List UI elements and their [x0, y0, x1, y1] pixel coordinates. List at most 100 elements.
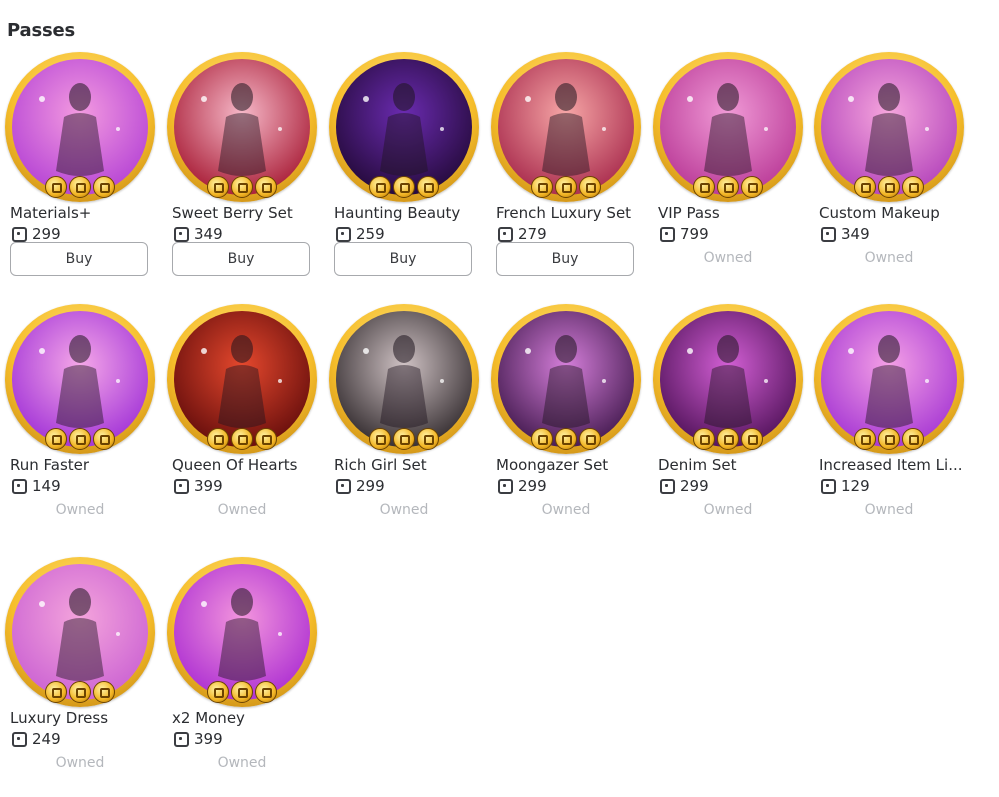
- avatar-figure-icon: [201, 335, 282, 428]
- buy-button[interactable]: Buy: [172, 242, 310, 276]
- pass-name[interactable]: Queen Of Hearts: [172, 456, 320, 474]
- robux-icon: [174, 478, 189, 494]
- pass-card[interactable]: Denim Set 299 Owned: [653, 304, 803, 544]
- pass-thumbnail[interactable]: [491, 52, 641, 202]
- pass-card[interactable]: Materials+ 299 Buy: [5, 52, 155, 292]
- pass-price: 399: [174, 477, 223, 495]
- buy-button[interactable]: Buy: [10, 242, 148, 276]
- buy-button[interactable]: Buy: [496, 242, 634, 276]
- pass-artwork: [660, 311, 796, 447]
- pass-card[interactable]: Moongazer Set 299 Owned: [491, 304, 641, 544]
- price-amount: 399: [194, 477, 223, 495]
- robux-coin-icon: [555, 428, 577, 450]
- pass-name[interactable]: Materials+: [10, 204, 158, 222]
- pass-price: 349: [174, 225, 223, 243]
- buy-button[interactable]: Buy: [334, 242, 472, 276]
- robux-icon: [336, 226, 351, 242]
- robux-coin-icon: [207, 428, 229, 450]
- owned-label: Owned: [217, 502, 267, 518]
- robux-coin-icon: [741, 428, 763, 450]
- pass-thumbnail[interactable]: [814, 52, 964, 202]
- robux-coin-icon: [207, 176, 229, 198]
- pass-card[interactable]: Rich Girl Set 299 Owned: [329, 304, 479, 544]
- owned-label: Owned: [541, 502, 591, 518]
- robux-coin-icon: [579, 176, 601, 198]
- pass-name[interactable]: French Luxury Set: [496, 204, 644, 222]
- pass-name[interactable]: Denim Set: [658, 456, 806, 474]
- robux-coin-icon: [93, 176, 115, 198]
- pass-card[interactable]: Queen Of Hearts 399 Owned: [167, 304, 317, 544]
- pass-name[interactable]: Moongazer Set: [496, 456, 644, 474]
- robux-coin-icon: [255, 428, 277, 450]
- pass-thumbnail[interactable]: [167, 557, 317, 707]
- avatar-figure-icon: [39, 588, 120, 681]
- pass-card[interactable]: Haunting Beauty 259 Buy: [329, 52, 479, 292]
- avatar-figure-icon: [201, 83, 282, 176]
- pass-thumbnail[interactable]: [167, 52, 317, 202]
- pass-thumbnail[interactable]: [653, 304, 803, 454]
- pass-name[interactable]: Increased Item Li...: [819, 456, 967, 474]
- pass-price: 149: [12, 477, 61, 495]
- pass-name[interactable]: Haunting Beauty: [334, 204, 482, 222]
- pass-thumbnail[interactable]: [5, 52, 155, 202]
- robux-coins-badge: [693, 428, 763, 450]
- pass-card[interactable]: Sweet Berry Set 349 Buy: [167, 52, 317, 292]
- pass-artwork: [498, 311, 634, 447]
- pass-thumbnail[interactable]: [5, 557, 155, 707]
- robux-coin-icon: [717, 428, 739, 450]
- pass-thumbnail[interactable]: [491, 304, 641, 454]
- passes-grid: Materials+ 299 Buy Sweet Berry Set 349 Buy Hau…: [0, 0, 999, 794]
- pass-name[interactable]: Run Faster: [10, 456, 158, 474]
- robux-coins-badge: [854, 428, 924, 450]
- robux-coin-icon: [854, 176, 876, 198]
- pass-card[interactable]: French Luxury Set 279 Buy: [491, 52, 641, 292]
- avatar-figure-icon: [39, 83, 120, 176]
- pass-card[interactable]: Luxury Dress 249 Owned: [5, 557, 155, 797]
- robux-coins-badge: [45, 681, 115, 703]
- robux-coins-badge: [45, 428, 115, 450]
- pass-thumbnail[interactable]: [814, 304, 964, 454]
- robux-coins-badge: [854, 176, 924, 198]
- pass-artwork: [336, 311, 472, 447]
- robux-coin-icon: [902, 176, 924, 198]
- robux-icon: [336, 478, 351, 494]
- pass-price: 279: [498, 225, 547, 243]
- pass-price: 299: [660, 477, 709, 495]
- pass-name[interactable]: x2 Money: [172, 709, 320, 727]
- robux-coins-badge: [369, 428, 439, 450]
- pass-name[interactable]: Luxury Dress: [10, 709, 158, 727]
- robux-coins-badge: [45, 176, 115, 198]
- pass-thumbnail[interactable]: [653, 52, 803, 202]
- robux-icon: [660, 478, 675, 494]
- pass-name[interactable]: Sweet Berry Set: [172, 204, 320, 222]
- robux-coin-icon: [69, 176, 91, 198]
- pass-card[interactable]: Run Faster 149 Owned: [5, 304, 155, 544]
- pass-card[interactable]: x2 Money 399 Owned: [167, 557, 317, 797]
- pass-thumbnail[interactable]: [329, 304, 479, 454]
- robux-coin-icon: [231, 176, 253, 198]
- pass-card[interactable]: Increased Item Li... 129 Owned: [814, 304, 964, 544]
- pass-card[interactable]: VIP Pass 799 Owned: [653, 52, 803, 292]
- pass-card[interactable]: Custom Makeup 349 Owned: [814, 52, 964, 292]
- pass-name[interactable]: VIP Pass: [658, 204, 806, 222]
- pass-name[interactable]: Custom Makeup: [819, 204, 967, 222]
- robux-coin-icon: [579, 428, 601, 450]
- robux-coin-icon: [417, 176, 439, 198]
- robux-coin-icon: [93, 681, 115, 703]
- pass-artwork: [174, 59, 310, 195]
- owned-label: Owned: [703, 502, 753, 518]
- owned-label: Owned: [864, 502, 914, 518]
- pass-thumbnail[interactable]: [167, 304, 317, 454]
- robux-coins-badge: [207, 681, 277, 703]
- pass-thumbnail[interactable]: [5, 304, 155, 454]
- price-amount: 249: [32, 730, 61, 748]
- price-amount: 259: [356, 225, 385, 243]
- robux-icon: [12, 478, 27, 494]
- pass-name[interactable]: Rich Girl Set: [334, 456, 482, 474]
- avatar-figure-icon: [848, 335, 929, 428]
- pass-artwork: [498, 59, 634, 195]
- robux-icon: [174, 226, 189, 242]
- pass-price: 129: [821, 477, 870, 495]
- price-amount: 299: [518, 477, 547, 495]
- pass-thumbnail[interactable]: [329, 52, 479, 202]
